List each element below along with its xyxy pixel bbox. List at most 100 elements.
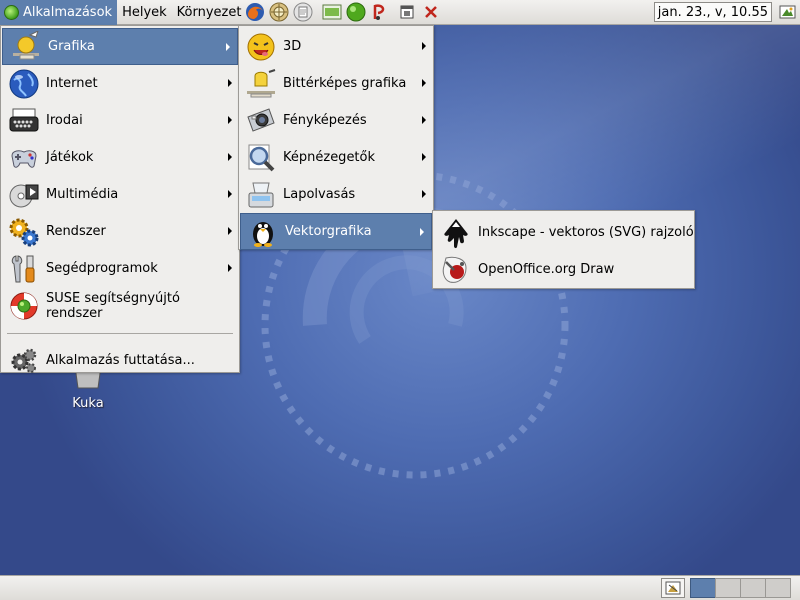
submenu-arrow-icon xyxy=(228,264,232,272)
force-quit-launcher[interactable] xyxy=(420,1,442,23)
window-launcher[interactable] xyxy=(396,1,418,23)
green-orb-launcher[interactable] xyxy=(345,1,367,23)
submenu-arrow-icon xyxy=(228,153,232,161)
camera-icon xyxy=(247,107,275,132)
menu-item-bitmap-graphics[interactable]: Bittérképes grafika xyxy=(239,65,433,102)
menu-item-run-application[interactable]: Alkalmazás futtatása... xyxy=(1,342,239,379)
lifebuoy-icon xyxy=(10,292,38,319)
menu-item-label: SUSE segítségnyújtó rendszer xyxy=(46,290,180,321)
submenu-arrow-icon xyxy=(228,116,232,124)
submenu-arrow-icon xyxy=(228,79,232,87)
workspace-2[interactable] xyxy=(715,578,741,598)
menu-item-irodai[interactable]: Irodai xyxy=(1,102,239,139)
workspace-3[interactable] xyxy=(740,578,766,598)
menu-item-label: Grafika xyxy=(48,39,95,54)
evolution-launcher[interactable] xyxy=(268,1,290,23)
desktop-menu-button[interactable]: Környezet xyxy=(172,0,244,25)
workspace-1[interactable] xyxy=(690,578,716,598)
submenu-arrow-icon xyxy=(422,153,426,161)
notification-icon[interactable] xyxy=(779,4,796,20)
places-menu-button[interactable]: Helyek xyxy=(117,0,172,25)
menu-item-rendszer[interactable]: Rendszer xyxy=(1,213,239,250)
workspace-switcher xyxy=(690,578,791,598)
scanner-icon xyxy=(248,182,274,207)
menu-item-scanning[interactable]: Lapolvasás xyxy=(239,176,433,213)
menu-item-label: Alkalmazás futtatása... xyxy=(46,353,195,368)
media-icon xyxy=(374,4,385,20)
menu-item-oodraw[interactable]: OpenOffice.org Draw xyxy=(433,251,694,288)
menu-item-label: Segédprogramok xyxy=(46,261,158,276)
menu-item-3d[interactable]: 3D xyxy=(239,28,433,65)
submenu-arrow-icon xyxy=(422,79,426,87)
gamepad-icon xyxy=(11,149,37,168)
menu-separator xyxy=(7,333,233,334)
grafika-submenu: 3D Bittérképes grafika Fényképezés Képné… xyxy=(238,25,434,250)
trash-label: Kuka xyxy=(72,396,104,411)
evolution-icon xyxy=(269,2,289,22)
face-3d-icon xyxy=(247,33,275,60)
show-desktop-icon xyxy=(665,581,681,595)
clock-text: jan. 23., v, 10.55 xyxy=(657,4,768,20)
menu-item-label: Multimédia xyxy=(46,187,119,202)
submenu-arrow-icon xyxy=(228,190,232,198)
show-desktop-button[interactable] xyxy=(661,578,685,598)
document-launcher[interactable] xyxy=(292,1,314,23)
graphics-icon xyxy=(13,30,39,59)
menu-item-label: Irodai xyxy=(46,113,83,128)
submenu-arrow-icon xyxy=(420,228,424,236)
top-panel: Alkalmazások Helyek Környezet jan. 23., … xyxy=(0,0,800,25)
menu-item-label: Vektorgrafika xyxy=(285,224,372,239)
paint-icon xyxy=(247,68,276,97)
submenu-arrow-icon xyxy=(422,190,426,198)
run-gears-icon xyxy=(11,348,37,373)
menu-item-grafika[interactable]: Grafika xyxy=(2,28,238,65)
menu-item-photography[interactable]: Fényképezés xyxy=(239,102,433,139)
magnifier-icon xyxy=(248,144,275,171)
menu-item-label: 3D xyxy=(283,39,302,54)
green-orb-icon xyxy=(346,2,366,22)
gears-icon xyxy=(9,218,39,246)
window-icon xyxy=(400,5,414,19)
globe-icon xyxy=(9,69,39,98)
places-label: Helyek xyxy=(122,4,167,20)
typewriter-icon xyxy=(9,108,39,131)
vector-graphics-submenu: Inkscape - vektoros (SVG) rajzoló OpenOf… xyxy=(432,210,695,289)
menu-item-jatekok[interactable]: Játékok xyxy=(1,139,239,176)
menu-item-vector-graphics[interactable]: Vektorgrafika xyxy=(240,213,432,250)
menu-item-suse-help[interactable]: SUSE segítségnyújtó rendszer xyxy=(1,287,239,324)
menu-item-label: Lapolvasás xyxy=(283,187,356,202)
bottom-panel xyxy=(0,575,800,600)
submenu-arrow-icon xyxy=(422,42,426,50)
tools-icon xyxy=(11,254,35,282)
submenu-arrow-icon xyxy=(422,116,426,124)
inkscape-icon xyxy=(444,218,468,248)
close-x-icon xyxy=(425,6,438,18)
applications-label: Alkalmazások xyxy=(23,4,113,20)
menu-item-image-viewers[interactable]: Képnézegetők xyxy=(239,139,433,176)
menu-item-label: Játékok xyxy=(46,150,94,165)
menu-item-label: OpenOffice.org Draw xyxy=(478,262,615,277)
menu-item-label: Fényképezés xyxy=(283,113,367,128)
applications-menu-button[interactable]: Alkalmazások xyxy=(0,0,118,25)
submenu-arrow-icon xyxy=(228,227,232,235)
oodraw-icon xyxy=(442,256,467,283)
penguin-icon xyxy=(253,221,273,247)
menu-item-label: Képnézegetők xyxy=(283,150,376,165)
menu-item-segedprogramok[interactable]: Segédprogramok xyxy=(1,250,239,287)
clock[interactable]: jan. 23., v, 10.55 xyxy=(653,2,772,22)
menu-item-inkscape[interactable]: Inkscape - vektoros (SVG) rajzoló xyxy=(433,214,694,251)
terminal-launcher[interactable] xyxy=(321,1,343,23)
desktop-label: Környezet xyxy=(176,4,242,20)
menu-item-label: Internet xyxy=(46,76,98,91)
menu-item-internet[interactable]: Internet xyxy=(1,65,239,102)
menu-item-multimedia[interactable]: Multimédia xyxy=(1,176,239,213)
firefox-icon xyxy=(246,3,265,21)
menu-item-label: Rendszer xyxy=(46,224,106,239)
firefox-launcher[interactable] xyxy=(244,1,266,23)
workspace-4[interactable] xyxy=(765,578,791,598)
suse-gecko-icon xyxy=(4,4,19,20)
applications-menu: Grafika Internet Irodai Játékok Multiméd… xyxy=(0,25,240,373)
menu-item-label: Inkscape - vektoros (SVG) rajzoló xyxy=(478,225,694,240)
media-launcher[interactable] xyxy=(369,1,391,23)
document-icon xyxy=(293,2,313,22)
